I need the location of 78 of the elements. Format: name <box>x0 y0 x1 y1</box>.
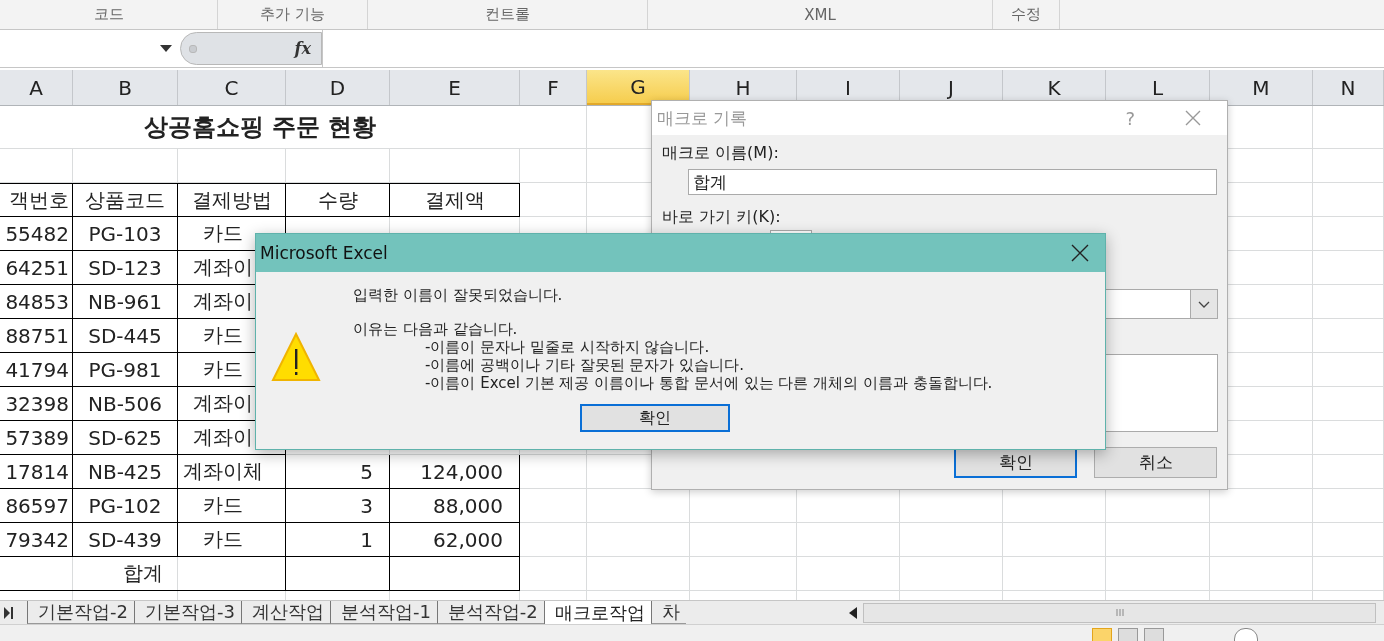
view-button[interactable] <box>1092 628 1112 641</box>
ribbon-group-label: 추가 기능 <box>218 0 368 29</box>
total-label: 합계 <box>0 557 286 591</box>
table-cell: 17814 <box>0 455 73 489</box>
reason-text: -이름이 Excel 기본 제공 이름이나 통합 문서에 있는 다른 개체의 이름과 충돌합니다. <box>425 374 993 392</box>
table-cell: 124,000 <box>390 455 520 489</box>
table-cell: PG-102 <box>73 489 178 523</box>
table-header-cell: 상품코드 <box>73 183 178 217</box>
column-header[interactable]: A <box>0 70 73 105</box>
column-header[interactable]: C <box>178 70 286 105</box>
table-cell: 41794 <box>0 353 73 387</box>
table-cell: 3 <box>286 489 390 523</box>
table-cell: NB-506 <box>73 387 178 421</box>
insert-function-button[interactable]: fx <box>294 39 311 58</box>
table-cell: NB-425 <box>73 455 178 489</box>
ribbon-group-label: 코드 <box>0 0 218 29</box>
table-cell: 계좌이체 <box>178 455 286 489</box>
table-cell: 62,000 <box>390 523 520 557</box>
table-cell: 1 <box>286 523 390 557</box>
sheet-tab[interactable]: 차 <box>650 601 686 624</box>
table-cell: SD-445 <box>73 319 178 353</box>
ribbon-group-label: 수정 <box>993 0 1060 29</box>
table-cell: SD-439 <box>73 523 178 557</box>
table-cell: 카드 <box>178 489 286 523</box>
column-header[interactable]: D <box>286 70 390 105</box>
table-cell: SD-123 <box>73 251 178 285</box>
splitter-handle[interactable] <box>189 44 197 53</box>
field-label: 매크로 이름(M): <box>662 143 780 164</box>
table-cell: 64251 <box>0 251 73 285</box>
table-cell: 88,000 <box>390 489 520 523</box>
table-cell: 5 <box>286 455 390 489</box>
scrollbar-grip-icon[interactable] <box>1115 609 1124 616</box>
table-cell: 88751 <box>0 319 73 353</box>
warning-icon <box>271 332 321 382</box>
table-cell: 카드 <box>178 523 286 557</box>
table-cell: PG-103 <box>73 217 178 251</box>
view-button[interactable] <box>1118 628 1138 641</box>
table-header-cell: 결제액 <box>390 183 520 217</box>
column-header[interactable]: N <box>1313 70 1384 105</box>
table-cell: NB-961 <box>73 285 178 319</box>
table-cell: SD-625 <box>73 421 178 455</box>
table-cell: 55482 <box>0 217 73 251</box>
reason-text: -이름에 공백이나 기타 잘못된 문자가 있습니다. <box>425 356 746 374</box>
dialog-button[interactable]: 취소 <box>1094 447 1217 478</box>
table-cell: 32398 <box>0 387 73 421</box>
column-header[interactable]: E <box>390 70 520 105</box>
table-header-cell: 결제방법 <box>178 183 286 217</box>
ribbon-group-label: XML <box>648 0 993 29</box>
table-cell: 84853 <box>0 285 73 319</box>
input-field[interactable]: 합계 <box>688 169 1217 195</box>
table-cell: PG-981 <box>73 353 178 387</box>
close-icon[interactable] <box>1071 244 1089 262</box>
dialog-title: 매크로 기록 <box>657 106 749 130</box>
sheet-tab[interactable]: 기본작업-3 <box>133 601 241 624</box>
ok-button[interactable]: 확인 <box>580 404 730 432</box>
sheet-tab[interactable]: 분석작업-2 <box>436 601 544 624</box>
sheet-tab[interactable]: 분석작업-1 <box>329 601 437 624</box>
sheet-tab[interactable]: 기본작업-2 <box>27 601 134 624</box>
sheet-tab[interactable]: 매크로작업 <box>543 601 651 624</box>
reason-text: -이름이 문자나 밑줄로 시작하지 않습니다. <box>425 338 711 356</box>
last-sheet-icon[interactable] <box>4 606 13 619</box>
ribbon-group-label: 컨트롤 <box>368 0 648 29</box>
view-button[interactable] <box>1144 628 1164 641</box>
table-cell: 86597 <box>0 489 73 523</box>
table-header-cell: 객번호 <box>0 183 73 217</box>
reason-heading: 이유는 다음과 같습니다. <box>353 320 519 338</box>
error-message: 입력한 이름이 잘못되었습니다. <box>353 286 564 304</box>
column-header[interactable]: G <box>587 70 690 105</box>
table-header-cell: 수량 <box>286 183 390 217</box>
scroll-left-icon[interactable] <box>849 606 857 619</box>
table-cell: 79342 <box>0 523 73 557</box>
sheet-tab[interactable]: 계산작업 <box>240 601 330 624</box>
horizontal-scrollbar[interactable] <box>863 602 1376 623</box>
column-header[interactable]: B <box>73 70 178 105</box>
chevron-down-icon <box>1198 300 1210 308</box>
field-label: 바로 가기 키(K): <box>662 207 782 228</box>
table-cell: 57389 <box>0 421 73 455</box>
dropdown-icon[interactable] <box>160 45 172 52</box>
